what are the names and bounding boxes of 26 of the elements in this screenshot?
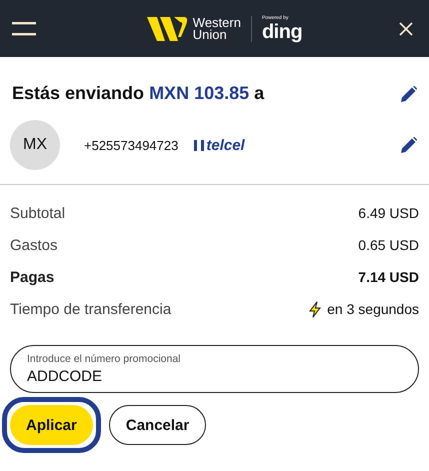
edit-icon[interactable]	[401, 86, 417, 102]
field-label: Introduce el número promocional	[27, 352, 182, 364]
country-avatar: MX	[10, 120, 60, 170]
phone-number: +525573494723	[84, 138, 178, 152]
carrier-logo: telcel	[194, 140, 245, 150]
promo-code-input[interactable]: ADDCODE	[27, 368, 402, 384]
summary-label: Gastos	[10, 236, 58, 254]
sending-title: Estás enviando MXN 103.85 a	[12, 83, 264, 104]
edit-icon[interactable]	[401, 137, 417, 153]
summary-label: Tiempo de transferencia	[10, 300, 172, 318]
menu-icon[interactable]	[12, 22, 36, 36]
summary-value: 6.49 USD	[358, 205, 419, 221]
close-icon[interactable]	[398, 22, 413, 36]
w-logo-icon	[146, 16, 189, 40]
lightning-icon	[309, 300, 322, 318]
promo-code-field[interactable]: Introduce el número promocional ADDCODE	[10, 345, 419, 393]
summary-value: en 3 segundos	[327, 301, 419, 317]
brand-name: Union	[192, 28, 227, 40]
brand-name: Western	[192, 16, 241, 28]
summary-label: Subtotal	[10, 204, 66, 222]
summary-value: 7.14 USD	[358, 269, 419, 285]
summary-value: 0.65 USD	[358, 237, 419, 253]
partner-logo: ding	[262, 22, 302, 42]
summary-label: Pagas	[10, 268, 54, 286]
action-button[interactable]: Aplicar	[10, 405, 93, 445]
action-button[interactable]: Cancelar	[108, 405, 206, 445]
